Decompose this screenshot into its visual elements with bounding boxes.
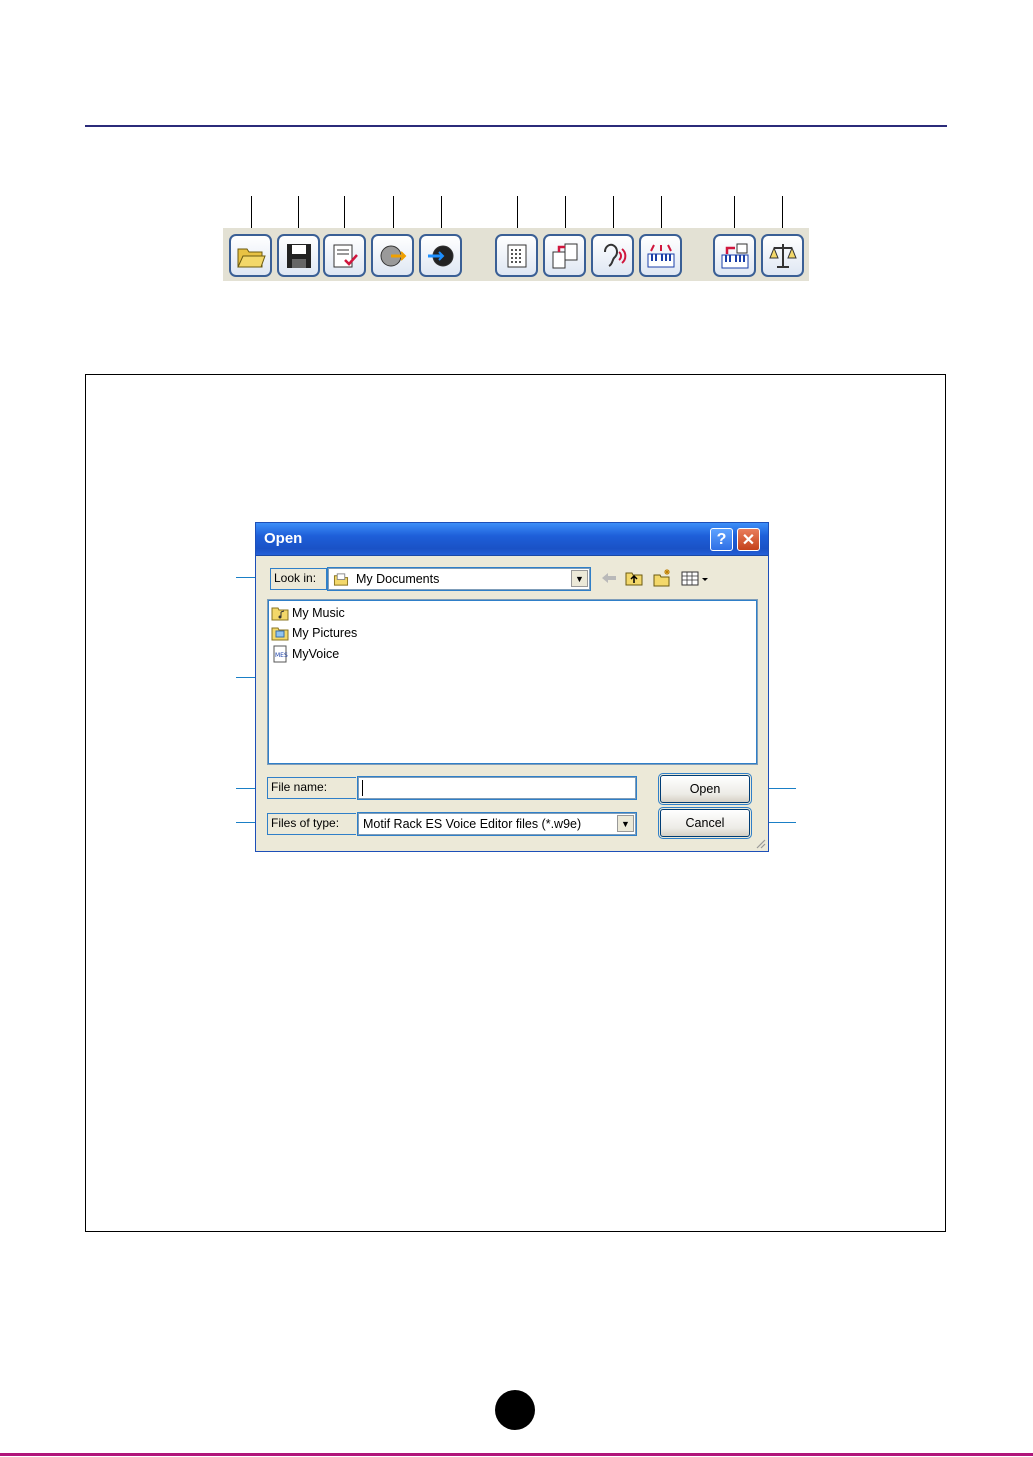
help-button[interactable]: ?	[710, 528, 733, 551]
copy-button[interactable]	[543, 234, 586, 277]
open-button-label: Open	[689, 782, 721, 796]
library-button[interactable]	[495, 234, 538, 277]
ear-icon	[603, 243, 626, 267]
look-in-value: My Documents	[356, 572, 440, 586]
documents-folder-icon	[333, 573, 349, 586]
header-rule	[85, 125, 947, 127]
transmit-icon	[427, 245, 453, 266]
look-in-label: Look in:	[270, 568, 327, 590]
cancel-button[interactable]: Cancel	[658, 807, 752, 839]
file-name: MyVoice	[292, 646, 340, 661]
receive-button[interactable]	[371, 234, 414, 277]
voice-list-button[interactable]	[323, 234, 366, 277]
close-icon: ✕	[741, 531, 756, 549]
receive-icon	[380, 245, 406, 266]
up-folder-icon[interactable]	[624, 568, 644, 588]
svg-text:MES: MES	[275, 652, 288, 659]
chevron-down-icon: ▼	[617, 815, 634, 832]
footer-rule	[0, 1453, 1033, 1456]
mes-file-icon: MES	[273, 645, 288, 662]
page-number-badge	[495, 1390, 535, 1430]
look-in-dropdown[interactable]: My Documents ▼	[327, 567, 591, 591]
compare-button[interactable]	[761, 234, 804, 277]
chevron-down-icon: ▼	[571, 570, 588, 587]
scales-icon	[768, 243, 797, 268]
keyboard-button[interactable]	[639, 234, 682, 277]
view-menu-icon[interactable]	[680, 568, 710, 588]
back-icon[interactable]	[599, 568, 619, 588]
bulk-send-button[interactable]	[713, 234, 756, 277]
files-of-type-dropdown[interactable]: Motif Rack ES Voice Editor files (*.w9e)…	[357, 812, 637, 836]
save-file-button[interactable]	[277, 234, 320, 277]
open-dialog: Open ? ✕ Look in: My Documents ▼ My Musi…	[255, 522, 769, 852]
dialog-title: Open	[264, 530, 303, 547]
file-name: My Music	[292, 605, 345, 620]
file-name-input[interactable]	[357, 776, 637, 800]
transmit-button[interactable]	[419, 234, 462, 277]
floppy-disk-icon	[286, 243, 311, 268]
files-of-type-label: Files of type:	[267, 813, 356, 835]
bulk-keyboard-icon	[721, 243, 748, 268]
open-file-button[interactable]	[229, 234, 272, 277]
resize-grip-icon[interactable]	[754, 837, 766, 849]
dialog-title-bar[interactable]: Open ? ✕	[256, 523, 768, 556]
file-name-label: File name:	[267, 777, 356, 799]
file-list[interactable]: My Music My Pictures MES MyVoice	[267, 599, 758, 765]
text-cursor	[362, 780, 363, 796]
grid-list-icon	[507, 244, 526, 267]
pictures-folder-icon	[271, 627, 289, 640]
cancel-button-label: Cancel	[685, 816, 725, 830]
music-folder-icon	[271, 607, 289, 620]
files-of-type-value: Motif Rack ES Voice Editor files (*.w9e)	[363, 817, 582, 831]
list-item[interactable]: My Music	[271, 603, 345, 622]
audition-button[interactable]	[591, 234, 634, 277]
new-folder-icon[interactable]	[652, 568, 672, 588]
open-folder-icon	[236, 248, 266, 267]
copy-voice-icon	[552, 243, 577, 268]
file-name: My Pictures	[292, 625, 358, 640]
close-button[interactable]: ✕	[737, 528, 760, 551]
keyboard-icon	[647, 244, 674, 267]
list-item[interactable]: My Pictures	[271, 623, 357, 642]
checklist-icon	[333, 244, 358, 267]
open-button[interactable]: Open	[658, 773, 752, 805]
list-item[interactable]: MES MyVoice	[271, 644, 339, 663]
